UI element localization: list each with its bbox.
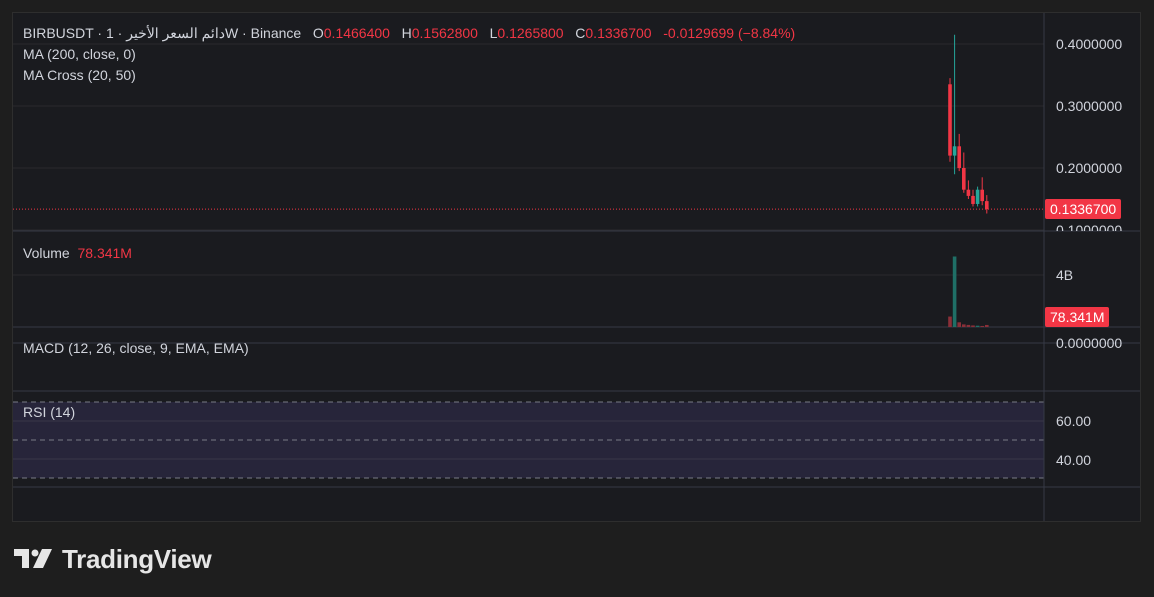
volume-bar: [948, 316, 952, 327]
volume-axis-tick: 4B: [1056, 267, 1074, 283]
rsi-axis-tick-lower: 40.00: [1056, 452, 1092, 468]
volume-bar: [962, 324, 966, 327]
candle-body: [985, 201, 989, 210]
volume-legend[interactable]: Volume 78.341M: [23, 245, 132, 261]
tradingview-logo-text: TradingView: [62, 543, 212, 574]
volume-label: Volume: [23, 245, 70, 261]
macd-axis-tick: 0.0000000: [1056, 335, 1123, 351]
volume-bar: [971, 325, 975, 327]
price-axis-tick: 0.4000000: [1056, 36, 1123, 52]
ohlc-close-value: 0.1336700: [585, 25, 652, 41]
ohlc-open-value: 0.1466400: [323, 25, 390, 41]
chart-frame[interactable]: BIRBUSDT · 1 · دائم السعر الأخيرW · Bina…: [12, 12, 1141, 522]
ma-cross-indicator-label[interactable]: MA Cross (20, 50): [23, 67, 136, 83]
ma-indicator-label[interactable]: MA (200, close, 0): [23, 46, 136, 62]
price-axis-tick: 0.2000000: [1056, 160, 1123, 176]
symbol-name[interactable]: BIRBUSDT · 1: [23, 25, 114, 41]
price-axis-tick: 0.3000000: [1056, 98, 1123, 114]
candle-body: [962, 168, 966, 190]
candle-body: [966, 189, 971, 196]
candle-body: [952, 146, 957, 156]
rsi-axis-tick-upper: 60.00: [1056, 413, 1092, 429]
macd-indicator-label[interactable]: MACD (12, 26, close, 9, EMA, EMA): [23, 340, 249, 356]
price-axis-tick: 0.1000000: [1056, 222, 1123, 231]
legend-rtl-text: دائم السعر الأخير: [126, 25, 225, 41]
volume-bar: [980, 325, 984, 327]
legend-sep: ·: [113, 25, 127, 41]
candle-body: [971, 195, 975, 204]
volume-bar: [975, 325, 980, 327]
volume-bar: [985, 324, 989, 327]
volume-bar: [957, 322, 961, 327]
volume-bars: [948, 256, 989, 327]
ohlc-high-key: H: [401, 25, 412, 41]
exchange-name: Binance: [250, 25, 302, 41]
volume-bar: [952, 256, 957, 327]
ohlc-open-key: O: [312, 25, 324, 41]
legend-sep: ·: [238, 25, 251, 41]
ohlc-high-value: 0.1562800: [411, 25, 478, 41]
candle-body: [957, 146, 961, 168]
legend-interval-tail: W: [224, 25, 239, 41]
volume-value: 78.341M: [77, 245, 132, 261]
candle-body: [975, 189, 980, 204]
ohlc-close-key: C: [575, 25, 586, 41]
volume-bar: [966, 324, 971, 327]
rsi-indicator-label[interactable]: RSI (14): [23, 404, 75, 420]
last-price-tag: 0.1336700: [1045, 199, 1122, 220]
symbol-legend[interactable]: BIRBUSDT · 1 · دائم السعر الأخيرW · Bina…: [23, 25, 795, 42]
chart-canvas[interactable]: [13, 13, 1141, 522]
candles: [948, 34, 989, 214]
price-change: -0.0129699 (−8.84%): [663, 25, 796, 41]
volume-value-tag: 78.341M: [1045, 307, 1110, 327]
tradingview-logo[interactable]: TradingView: [14, 543, 212, 575]
candle-body: [948, 84, 952, 156]
ohlc-low-value: 0.1265800: [497, 25, 564, 41]
candle-body: [980, 189, 984, 202]
tradingview-logo-icon: [14, 549, 52, 568]
price-gridlines: [13, 43, 1044, 231]
